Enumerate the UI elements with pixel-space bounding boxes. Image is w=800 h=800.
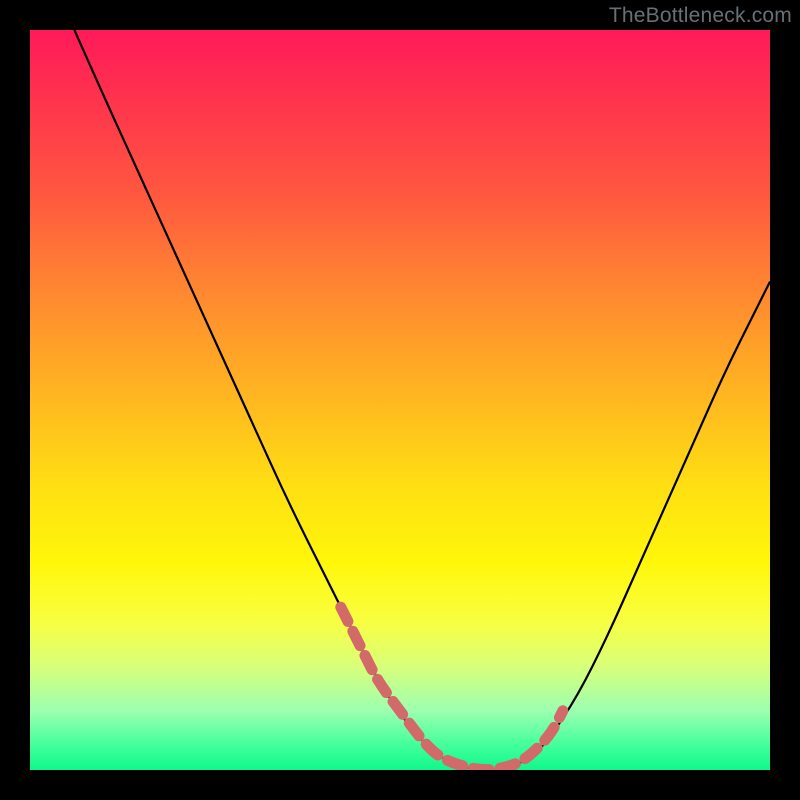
dash-overlay [341,607,563,769]
plot-area [30,30,770,770]
main-curve [74,30,770,769]
curve-svg [30,30,770,770]
chart-frame: TheBottleneck.com [0,0,800,800]
watermark-text: TheBottleneck.com [609,4,792,28]
